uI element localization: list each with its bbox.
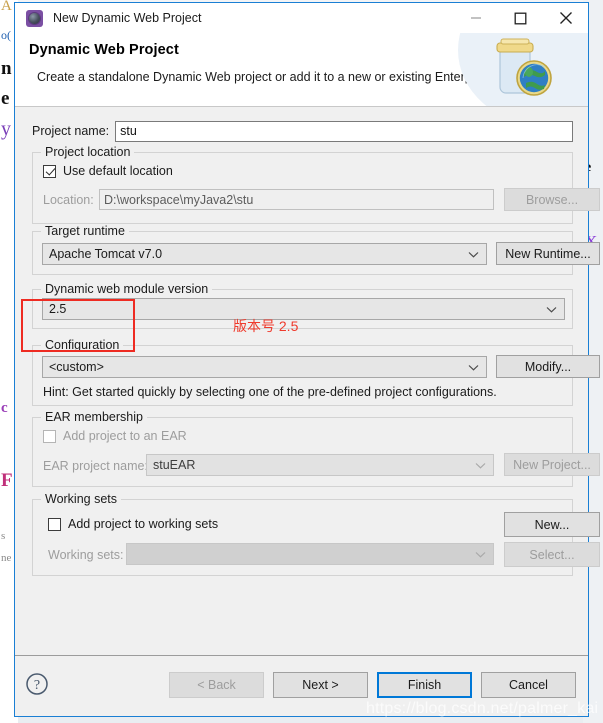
target-runtime-group: Target runtime Apache Tomcat v7.0 New Ru… <box>32 224 600 275</box>
ear-project-name-combo: stuEAR <box>146 454 494 476</box>
project-location-group: Project location Use default location Lo… <box>32 145 600 224</box>
page-title: Dynamic Web Project <box>29 42 179 58</box>
use-default-location-checkbox[interactable] <box>43 164 56 178</box>
background-glyph: ne <box>1 552 12 564</box>
dialog-titlebar[interactable]: New Dynamic Web Project <box>15 3 588 33</box>
next-button[interactable]: Next > <box>273 672 368 698</box>
project-location-legend: Project location <box>41 145 135 159</box>
modify-button[interactable]: Modify... <box>496 355 600 378</box>
background-glyph: n <box>1 58 12 79</box>
background-glyph: e <box>1 88 10 109</box>
annotation-label: 版本号 2.5 <box>233 318 299 334</box>
use-default-location-label: Use default location <box>63 164 173 178</box>
add-to-ear-row: Add project to an EAR <box>43 429 187 443</box>
ear-membership-legend: EAR membership <box>41 410 147 424</box>
chevron-down-icon <box>475 462 486 469</box>
add-to-working-sets-label: Add project to working sets <box>68 517 219 531</box>
project-name-label: Project name: <box>32 124 110 138</box>
new-ear-project-button: New Project... <box>504 453 600 476</box>
background-glyph: s <box>1 530 6 542</box>
minimize-icon[interactable] <box>453 3 498 33</box>
new-dynamic-web-project-dialog: New Dynamic Web Project Dynamic Web Proj… <box>14 2 600 717</box>
dialog-footer: ? < Back Next > Finish Cancel <box>15 655 588 716</box>
new-working-set-button[interactable]: New... <box>504 512 600 537</box>
background-glyph: A <box>1 0 12 14</box>
ear-project-name-value: stuEAR <box>153 458 196 472</box>
footer-buttons: < Back Next > Finish Cancel <box>169 672 576 698</box>
target-runtime-value: Apache Tomcat v7.0 <box>49 247 163 261</box>
background-glyph: y <box>1 118 11 140</box>
working-sets-legend: Working sets <box>41 492 122 506</box>
maximize-icon[interactable] <box>498 3 543 33</box>
configuration-hint: Hint: Get started quickly by selecting o… <box>43 385 497 399</box>
working-sets-label: Working sets: <box>48 548 124 562</box>
window-controls <box>453 3 588 33</box>
ear-membership-group: EAR membership Add project to an EAR EAR… <box>32 410 600 487</box>
project-name-row: Project name: stu <box>32 120 573 142</box>
add-to-working-sets-row[interactable]: Add project to working sets <box>48 517 218 531</box>
working-sets-group: Working sets Add project to working sets… <box>32 492 600 576</box>
background-glyph: F <box>1 470 13 491</box>
web-module-version-group: Dynamic web module version 2.5 <box>32 282 573 329</box>
chevron-down-icon <box>546 306 557 313</box>
configuration-group: Configuration <custom> Modify... Hint: G… <box>32 338 600 406</box>
browse-button: Browse... <box>504 188 600 211</box>
working-sets-combo <box>126 543 494 565</box>
add-to-working-sets-checkbox[interactable] <box>48 517 61 531</box>
background-glyph: o( <box>1 28 11 42</box>
add-to-ear-label: Add project to an EAR <box>63 429 187 443</box>
chevron-down-icon <box>475 551 486 558</box>
ear-project-name-label: EAR project name: <box>43 459 148 473</box>
chevron-down-icon <box>468 251 479 258</box>
target-runtime-combo[interactable]: Apache Tomcat v7.0 <box>42 243 487 265</box>
location-label: Location: <box>43 193 94 207</box>
select-working-set-button: Select... <box>504 542 600 567</box>
web-module-version-value: 2.5 <box>49 302 67 316</box>
jar-globe-icon <box>458 33 588 106</box>
svg-text:?: ? <box>34 678 40 693</box>
back-button: < Back <box>169 672 264 698</box>
target-runtime-legend: Target runtime <box>41 224 129 238</box>
close-icon[interactable] <box>543 3 588 33</box>
dialog-header: Dynamic Web Project Create a standalone … <box>15 33 588 107</box>
web-module-version-legend: Dynamic web module version <box>41 282 213 296</box>
web-module-version-combo[interactable]: 2.5 <box>42 298 565 320</box>
project-name-input[interactable]: stu <box>115 120 573 142</box>
chevron-down-icon <box>468 364 479 371</box>
background-glyph: c <box>1 400 8 416</box>
new-runtime-button[interactable]: New Runtime... <box>496 242 600 265</box>
configuration-value: <custom> <box>49 360 104 374</box>
finish-button[interactable]: Finish <box>377 672 472 698</box>
help-question-icon[interactable]: ? <box>25 672 49 696</box>
cancel-button[interactable]: Cancel <box>481 672 576 698</box>
dialog-title: New Dynamic Web Project <box>53 11 202 25</box>
location-input: D:\workspace\myJava2\stu <box>99 189 494 210</box>
eclipse-wizard-icon <box>26 9 43 27</box>
use-default-location-row[interactable]: Use default location <box>43 164 173 178</box>
configuration-legend: Configuration <box>41 338 124 352</box>
add-to-ear-checkbox <box>43 429 56 443</box>
configuration-combo[interactable]: <custom> <box>42 356 487 378</box>
dialog-body: Project name: stu Project location Use d… <box>15 107 600 655</box>
